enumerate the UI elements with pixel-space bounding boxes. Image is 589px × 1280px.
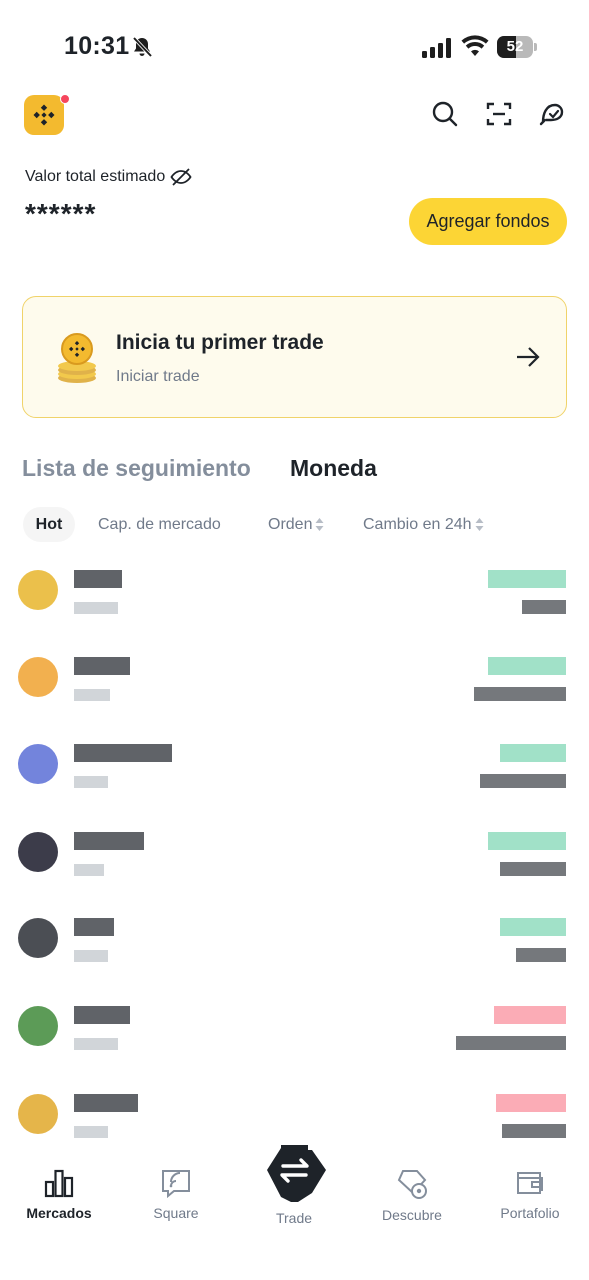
bar-chart-icon (44, 1169, 74, 1198)
balance-label-row: Valor total estimado (25, 166, 192, 188)
coin-volume-obscured (74, 1126, 108, 1138)
coin-symbol-obscured (74, 744, 172, 762)
coin-price-obscured (502, 1124, 566, 1138)
binance-logo[interactable] (24, 95, 64, 135)
coin-row[interactable] (0, 657, 589, 745)
nav-markets[interactable]: Mercados (11, 1168, 107, 1238)
coin-icon (18, 657, 58, 697)
filter-hot-label: Hot (35, 516, 63, 533)
square-icon (162, 1170, 190, 1198)
nav-portfolio-label: Portafolio (500, 1205, 560, 1221)
scan-icon[interactable] (485, 100, 513, 128)
sort-icon (475, 518, 484, 531)
coin-volume-obscured (74, 950, 108, 962)
add-funds-button[interactable]: Agregar fondos (409, 198, 567, 245)
coin-change-obscured (488, 570, 566, 588)
coin-symbol-obscured (74, 657, 130, 675)
coin-icon (18, 744, 58, 784)
filter-24h-change[interactable]: Cambio en 24h (363, 507, 484, 542)
first-trade-card[interactable]: Inicia tu primer trade Iniciar trade (22, 296, 567, 418)
coin-icon (18, 1094, 58, 1134)
coin-symbol-obscured (74, 1094, 138, 1112)
arrow-right-icon[interactable] (516, 346, 540, 368)
tab-watchlist[interactable]: Lista de seguimiento (22, 455, 251, 482)
cellular-signal-icon (422, 38, 451, 58)
coin-symbol-obscured (74, 570, 122, 588)
coin-price-obscured (456, 1036, 566, 1050)
nav-markets-label: Mercados (26, 1205, 92, 1221)
bell-muted-icon (132, 36, 153, 58)
coin-volume-obscured (74, 602, 118, 614)
coin-price-obscured (500, 862, 566, 876)
nav-portfolio[interactable]: Portafolio (482, 1168, 578, 1238)
coin-change-obscured (488, 657, 566, 675)
support-icon[interactable] (538, 100, 566, 128)
status-bar: 10:31 52 (0, 0, 589, 96)
coin-icon (18, 918, 58, 958)
search-icon[interactable] (431, 100, 459, 128)
battery-level: 52 (506, 38, 524, 55)
coin-stack-icon (58, 333, 96, 383)
filter-hot[interactable]: Hot (23, 507, 75, 542)
coin-row[interactable] (0, 1006, 589, 1094)
eye-hidden-icon[interactable] (170, 166, 192, 188)
balance-label: Valor total estimado (25, 168, 166, 185)
nav-square-label: Square (153, 1205, 199, 1221)
trade-button[interactable] (261, 1137, 328, 1204)
notification-dot (60, 94, 70, 104)
nav-square[interactable]: Square (128, 1168, 224, 1238)
coin-price-obscured (480, 774, 566, 788)
coin-change-obscured (500, 744, 566, 762)
status-time: 10:31 (64, 32, 130, 60)
coin-price-obscured (474, 687, 566, 701)
tab-coin[interactable]: Moneda (290, 455, 377, 482)
coin-price-obscured (516, 948, 566, 962)
coin-volume-obscured (74, 776, 108, 788)
filter-market-cap-label: Cap. de mercado (98, 516, 221, 533)
coin-symbol-obscured (74, 832, 144, 850)
nav-discover[interactable]: Descubre (364, 1168, 460, 1238)
coin-volume-obscured (74, 864, 104, 876)
coin-row[interactable] (0, 832, 589, 920)
coin-volume-obscured (74, 1038, 118, 1050)
coin-change-obscured (494, 1006, 566, 1024)
coin-icon (18, 570, 58, 610)
bottom-nav: Mercados Square Trade Descubre Portafoli… (0, 1145, 589, 1280)
coin-icon (18, 832, 58, 872)
coin-symbol-obscured (74, 918, 114, 936)
coin-icon (18, 1006, 58, 1046)
wifi-icon (461, 35, 489, 56)
filter-order-label: Orden (268, 516, 313, 533)
coin-row[interactable] (0, 744, 589, 832)
nav-discover-label: Descubre (382, 1207, 442, 1223)
coin-change-obscured (500, 918, 566, 936)
sort-icon (315, 518, 324, 531)
coin-symbol-obscured (74, 1006, 130, 1024)
coin-change-obscured (496, 1094, 566, 1112)
binance-logo-icon (33, 104, 55, 126)
promo-title: Inicia tu primer trade (116, 331, 324, 354)
wallet-icon (517, 1172, 543, 1194)
battery-indicator: 52 (497, 36, 537, 58)
filter-order[interactable]: Orden (268, 507, 324, 542)
balance-value: ****** (25, 198, 97, 229)
coin-row[interactable] (0, 570, 589, 658)
promo-subtitle: Iniciar trade (116, 368, 200, 385)
filter-market-cap[interactable]: Cap. de mercado (98, 507, 221, 542)
coin-price-obscured (522, 600, 566, 614)
swap-icon (267, 1145, 326, 1202)
coin-volume-obscured (74, 689, 110, 701)
filter-24h-change-label: Cambio en 24h (363, 516, 472, 533)
coin-row[interactable] (0, 918, 589, 1006)
nav-trade-label: Trade (275, 1210, 313, 1226)
discover-icon (397, 1170, 427, 1199)
coin-change-obscured (488, 832, 566, 850)
